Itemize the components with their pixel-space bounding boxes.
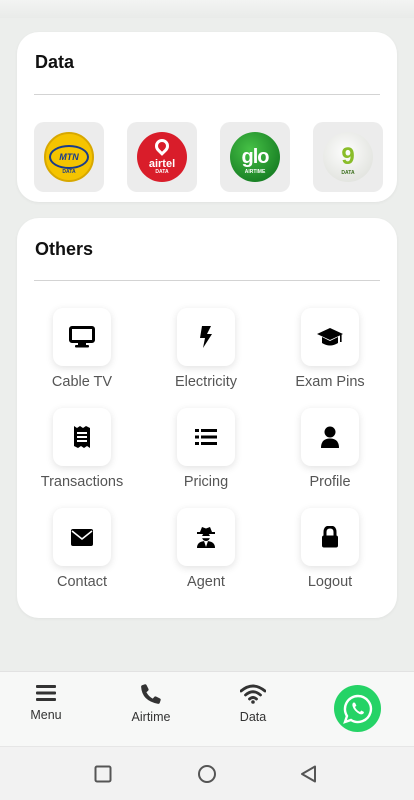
divider bbox=[34, 280, 380, 281]
transactions-button[interactable]: Transactions bbox=[19, 408, 145, 508]
system-navigation-bar bbox=[0, 746, 414, 800]
glo-logo-text: glo bbox=[241, 145, 270, 168]
bottom-navigation: Menu Airtime Data bbox=[0, 671, 414, 746]
glo-data-button[interactable]: glo AIRTIME bbox=[220, 122, 290, 192]
bolt-icon bbox=[200, 326, 212, 348]
cable-tv-label: Cable TV bbox=[51, 374, 113, 390]
9mobile-logo: 9 DATA bbox=[323, 132, 373, 182]
mtn-data-button[interactable]: MTN DATA bbox=[34, 122, 104, 192]
whatsapp-icon bbox=[342, 694, 372, 724]
tv-icon bbox=[69, 326, 95, 348]
transactions-label: Transactions bbox=[40, 474, 124, 490]
list-icon bbox=[195, 429, 217, 445]
others-card: Others Cable TV Electricity Exam Pins Tr… bbox=[17, 218, 397, 618]
services-grid: Cable TV Electricity Exam Pins Transacti… bbox=[17, 308, 397, 608]
divider bbox=[34, 94, 380, 95]
square-icon[interactable] bbox=[92, 763, 114, 785]
glo-logo: glo AIRTIME bbox=[230, 132, 280, 182]
status-bar-area bbox=[0, 0, 414, 18]
airtel-logo-tag: DATA bbox=[155, 169, 169, 175]
nav-data-label: Data bbox=[239, 710, 267, 724]
cable-tv-button[interactable]: Cable TV bbox=[19, 308, 145, 408]
nav-menu[interactable]: Menu bbox=[6, 684, 86, 722]
9mobile-data-button[interactable]: 9 DATA bbox=[313, 122, 383, 192]
nav-data[interactable]: Data bbox=[213, 684, 293, 724]
airtel-data-button[interactable]: airtel DATA bbox=[127, 122, 197, 192]
phone-icon bbox=[141, 684, 161, 704]
contact-label: Contact bbox=[57, 574, 107, 590]
whatsapp-button[interactable] bbox=[334, 685, 381, 732]
logout-label: Logout bbox=[307, 574, 353, 590]
electricity-button[interactable]: Electricity bbox=[143, 308, 269, 408]
profile-button[interactable]: Profile bbox=[267, 408, 393, 508]
wifi-icon bbox=[240, 684, 266, 704]
nav-menu-label: Menu bbox=[30, 708, 62, 722]
logout-button[interactable]: Logout bbox=[267, 508, 393, 608]
agent-label: Agent bbox=[187, 574, 225, 590]
mtn-logo-tag: DATA bbox=[62, 169, 76, 175]
nav-airtime[interactable]: Airtime bbox=[111, 684, 191, 724]
envelope-icon bbox=[71, 528, 93, 546]
contact-button[interactable]: Contact bbox=[19, 508, 145, 608]
menu-icon bbox=[36, 685, 56, 701]
mtn-logo: MTN DATA bbox=[44, 132, 94, 182]
exam-pins-label: Exam Pins bbox=[295, 374, 365, 390]
nav-airtime-label: Airtime bbox=[131, 710, 171, 724]
electricity-label: Electricity bbox=[174, 374, 238, 390]
graduation-cap-icon bbox=[317, 328, 343, 346]
9mobile-logo-text: 9 bbox=[341, 143, 355, 170]
others-section-title: Others bbox=[35, 239, 94, 259]
airtel-logo: airtel DATA bbox=[137, 132, 187, 182]
pricing-label: Pricing bbox=[183, 474, 229, 490]
exam-pins-button[interactable]: Exam Pins bbox=[267, 308, 393, 408]
glo-logo-tag: AIRTIME bbox=[244, 169, 266, 175]
circle-icon[interactable] bbox=[196, 763, 218, 785]
mtn-logo-text: MTN bbox=[59, 152, 79, 162]
lock-icon bbox=[322, 526, 338, 548]
pricing-button[interactable]: Pricing bbox=[143, 408, 269, 508]
profile-label: Profile bbox=[309, 474, 351, 490]
receipt-icon bbox=[74, 426, 90, 448]
network-list: MTN DATA airtel DATA glo AIRTIME 9 DATA bbox=[34, 122, 383, 192]
data-section-title: Data bbox=[35, 52, 75, 72]
9mobile-logo-tag: DATA bbox=[341, 170, 355, 176]
agent-icon bbox=[197, 527, 215, 548]
user-icon bbox=[321, 426, 339, 448]
back-triangle-icon[interactable] bbox=[298, 763, 320, 785]
agent-button[interactable]: Agent bbox=[143, 508, 269, 608]
data-card: Data MTN DATA airtel DATA glo AIRTIME 9 bbox=[17, 32, 397, 202]
